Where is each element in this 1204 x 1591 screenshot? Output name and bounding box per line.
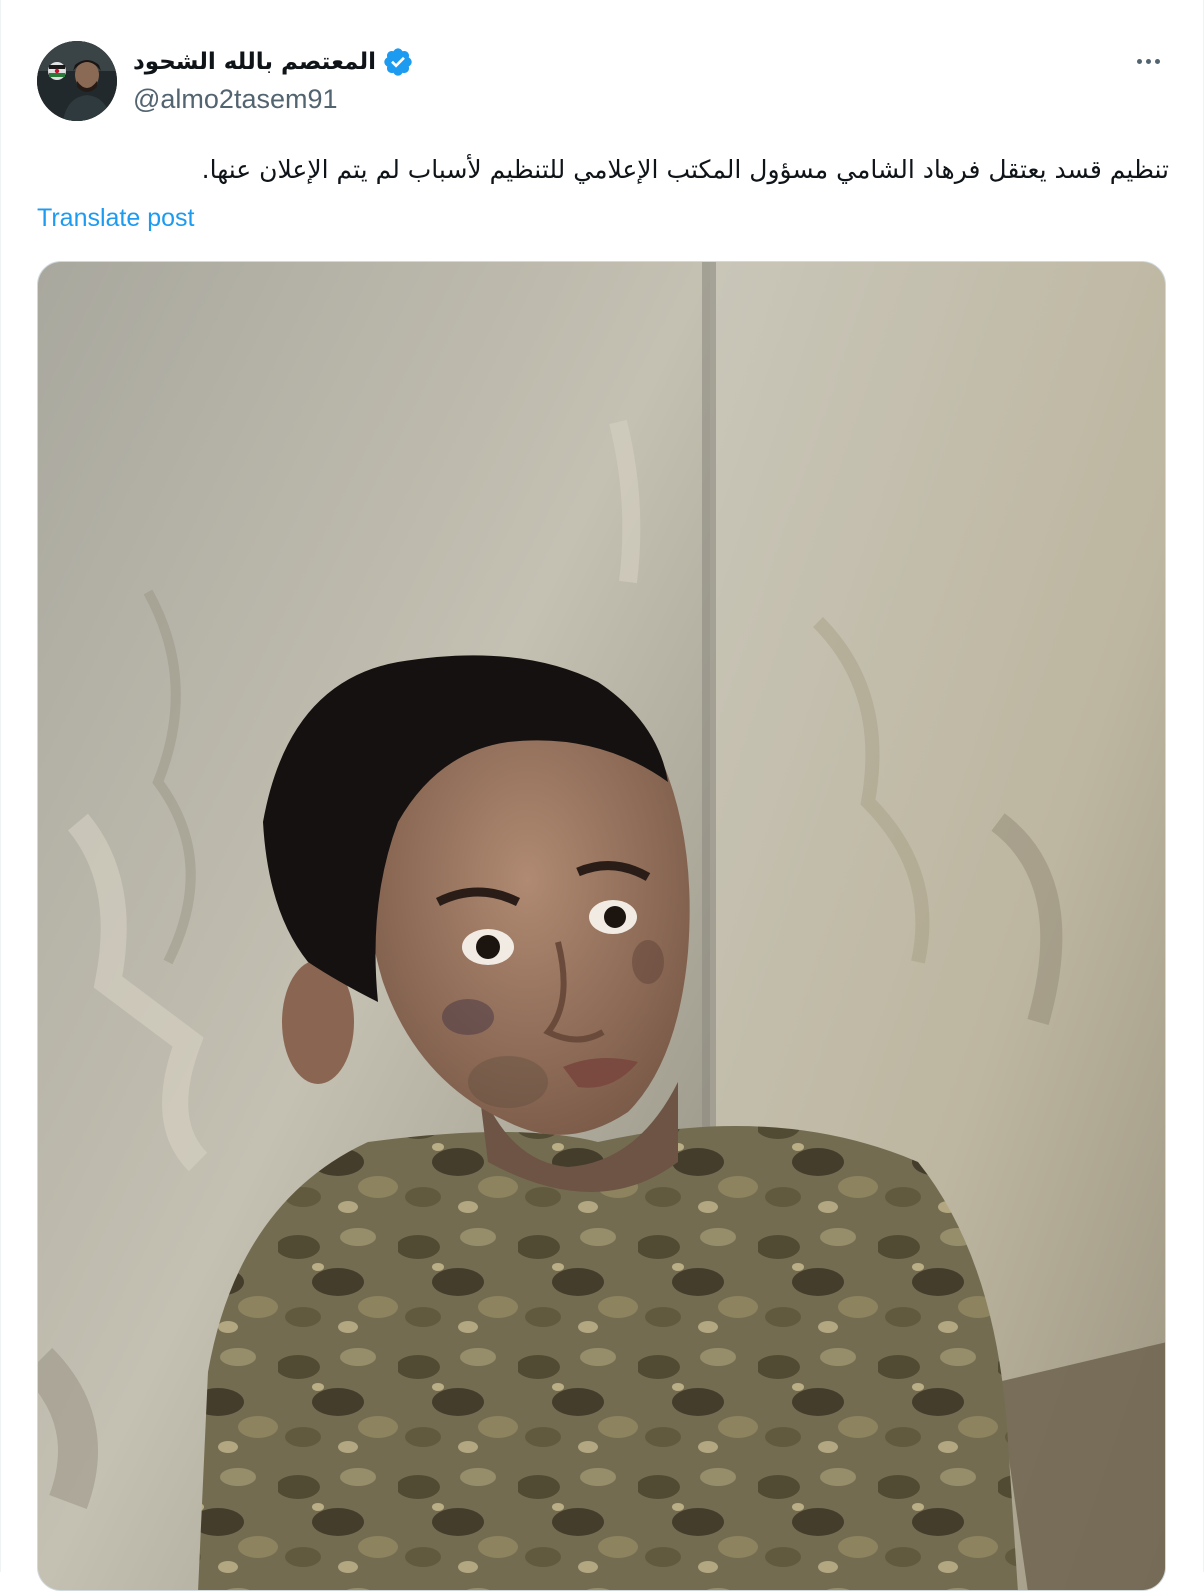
post-text: تنظيم قسد يعتقل فرهاد الشامي مسؤول المكت…: [201, 155, 1169, 184]
verified-badge-icon: [384, 48, 412, 76]
author-row: المعتصم بالله الشحود: [133, 44, 414, 80]
translate-post-link[interactable]: Translate post: [37, 204, 194, 233]
author-avatar[interactable]: [37, 41, 117, 121]
author-handle[interactable]: @almo2tasem91: [133, 84, 338, 115]
post-media-photo[interactable]: [37, 261, 1166, 1591]
avatar-image: [37, 41, 117, 121]
author-display-name[interactable]: المعتصم بالله الشحود: [133, 49, 376, 75]
photo-image: [38, 262, 1165, 1590]
post-card: المعتصم بالله الشحود @almo2tasem91 تنظيم…: [0, 0, 1204, 1591]
ellipsis-icon-dot: [1154, 58, 1160, 64]
ellipsis-icon-dot: [1145, 58, 1151, 64]
ellipsis-icon-dot: [1136, 58, 1142, 64]
more-options-button[interactable]: [1129, 48, 1167, 74]
